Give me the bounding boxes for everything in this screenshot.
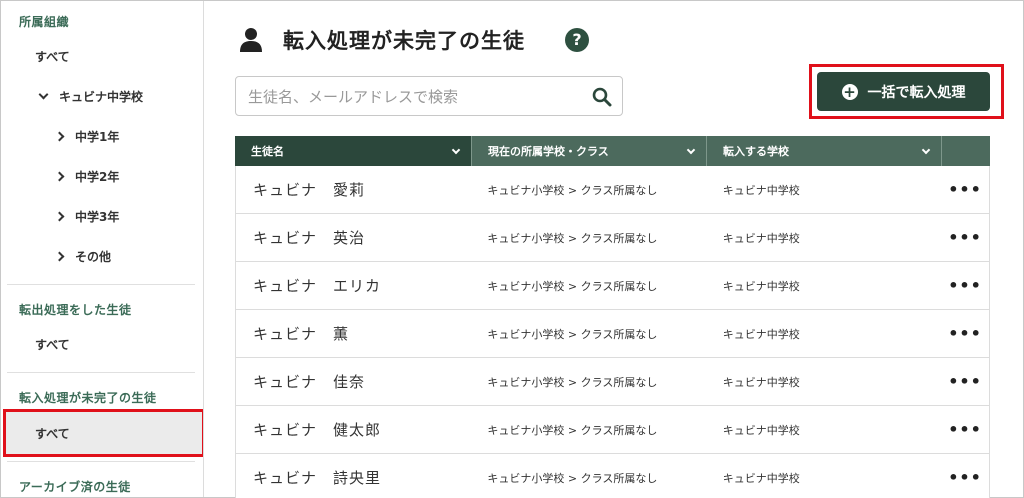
target-school: キュビナ中学校 xyxy=(722,423,800,437)
sidebar-item-transfer-in-all[interactable]: すべて xyxy=(35,425,70,442)
column-header-current-school[interactable]: 現在の所属学校・クラス xyxy=(472,136,707,166)
table-row[interactable]: キュビナ 薫 キュビナ小学校 > クラス所属なし キュビナ中学校 ••• xyxy=(235,310,990,358)
target-school: キュビナ中学校 xyxy=(722,471,800,485)
table-row[interactable]: キュビナ 英治 キュビナ小学校 > クラス所属なし キュビナ中学校 ••• xyxy=(235,214,990,262)
current-school-class: キュビナ小学校 > クラス所属なし xyxy=(487,327,658,341)
sidebar-section-archived-title[interactable]: アーカイブ済の生徒 xyxy=(19,478,131,495)
more-options-icon[interactable]: ••• xyxy=(941,468,989,487)
chevron-right-icon xyxy=(54,171,65,182)
help-icon[interactable]: ? xyxy=(565,28,589,52)
column-header-target-school[interactable]: 転入する学校 xyxy=(707,136,942,166)
chevron-right-icon xyxy=(54,211,65,222)
search-icon[interactable] xyxy=(592,87,612,107)
sidebar-item-other[interactable]: その他 xyxy=(54,248,112,265)
column-header-actions xyxy=(942,136,990,166)
plus-circle-icon: + xyxy=(841,82,858,101)
current-school-class: キュビナ小学校 > クラス所属なし xyxy=(487,279,658,293)
current-school-class: キュビナ小学校 > クラス所属なし xyxy=(487,471,658,485)
search-box xyxy=(235,76,623,116)
table-row[interactable]: キュビナ 佳奈 キュビナ小学校 > クラス所属なし キュビナ中学校 ••• xyxy=(235,358,990,406)
student-name: キュビナ 佳奈 xyxy=(253,373,366,391)
current-school-class: キュビナ小学校 > クラス所属なし xyxy=(487,423,658,437)
student-name: キュビナ 健太郎 xyxy=(253,421,382,439)
target-school: キュビナ中学校 xyxy=(722,279,800,293)
target-school: キュビナ中学校 xyxy=(722,375,800,389)
student-name: キュビナ 詩央里 xyxy=(253,469,382,487)
chevron-right-icon xyxy=(54,251,65,262)
sidebar-item-label: 中学2年 xyxy=(75,170,120,184)
table-row[interactable]: キュビナ 健太郎 キュビナ小学校 > クラス所属なし キュビナ中学校 ••• xyxy=(235,406,990,454)
bulk-transfer-label: 一括で転入処理 xyxy=(867,84,966,101)
search-input[interactable] xyxy=(248,85,578,109)
sidebar-item-grade-1[interactable]: 中学1年 xyxy=(54,128,120,145)
table-body: キュビナ 愛莉 キュビナ小学校 > クラス所属なし キュビナ中学校 ••• キュ… xyxy=(235,166,990,498)
bulk-transfer-button[interactable]: + 一括で転入処理 xyxy=(817,72,990,111)
target-school: キュビナ中学校 xyxy=(722,327,800,341)
sidebar-item-school[interactable]: キュビナ中学校 xyxy=(38,88,144,105)
more-options-icon[interactable]: ••• xyxy=(941,228,989,247)
sidebar-item-label: 中学3年 xyxy=(75,210,120,224)
target-school: キュビナ中学校 xyxy=(722,231,800,245)
student-name: キュビナ エリカ xyxy=(253,277,382,295)
table-row[interactable]: キュビナ 愛莉 キュビナ小学校 > クラス所属なし キュビナ中学校 ••• xyxy=(235,166,990,214)
students-table: 生徒名 現在の所属学校・クラス 転入する学校 キュビナ 愛莉 キュビナ小学校 >… xyxy=(235,136,990,498)
column-header-label: 現在の所属学校・クラス xyxy=(488,145,609,158)
column-header-name[interactable]: 生徒名 xyxy=(235,136,472,166)
chevron-down-icon xyxy=(451,145,461,154)
chevron-down-icon xyxy=(686,145,696,154)
sidebar-item-label: その他 xyxy=(75,250,112,264)
sidebar-divider xyxy=(7,372,195,373)
current-school-class: キュビナ小学校 > クラス所属なし xyxy=(487,183,658,197)
sidebar-divider xyxy=(7,461,195,462)
table-header: 生徒名 現在の所属学校・クラス 転入する学校 xyxy=(235,136,990,166)
sidebar-section-transfer-out-title: 転出処理をした生徒 xyxy=(19,303,132,317)
column-header-label: 生徒名 xyxy=(251,145,284,158)
sidebar-section-transfer-in-title: 転入処理が未完了の生徒 xyxy=(19,391,157,405)
student-name: キュビナ 薫 xyxy=(253,325,350,343)
more-options-icon[interactable]: ••• xyxy=(941,324,989,343)
sidebar-section-org-title: 所属組織 xyxy=(19,15,70,29)
table-row[interactable]: キュビナ 詩央里 キュビナ小学校 > クラス所属なし キュビナ中学校 ••• xyxy=(235,454,990,498)
sidebar-selected-highlight xyxy=(3,409,203,457)
user-icon xyxy=(240,28,262,52)
chevron-down-icon xyxy=(38,89,49,100)
sidebar: 所属組織 すべて キュビナ中学校 中学1年 中学2年 中学3年 その他 転出処理… xyxy=(1,1,204,497)
more-options-icon[interactable]: ••• xyxy=(941,276,989,295)
sidebar-item-grade-3[interactable]: 中学3年 xyxy=(54,208,120,225)
column-header-label: 転入する学校 xyxy=(723,145,789,158)
sidebar-divider xyxy=(7,284,195,285)
current-school-class: キュビナ小学校 > クラス所属なし xyxy=(487,375,658,389)
page-title: 転入処理が未完了の生徒 xyxy=(283,29,525,53)
target-school: キュビナ中学校 xyxy=(722,183,800,197)
sidebar-item-grade-2[interactable]: 中学2年 xyxy=(54,168,120,185)
more-options-icon[interactable]: ••• xyxy=(941,180,989,199)
sidebar-item-org-all[interactable]: すべて xyxy=(35,48,70,65)
table-row[interactable]: キュビナ エリカ キュビナ小学校 > クラス所属なし キュビナ中学校 ••• xyxy=(235,262,990,310)
chevron-down-icon xyxy=(921,145,931,154)
current-school-class: キュビナ小学校 > クラス所属なし xyxy=(487,231,658,245)
chevron-right-icon xyxy=(54,131,65,142)
more-options-icon[interactable]: ••• xyxy=(941,372,989,391)
student-name: キュビナ 愛莉 xyxy=(253,181,366,199)
sidebar-item-transfer-out-all[interactable]: すべて xyxy=(35,336,70,353)
more-options-icon[interactable]: ••• xyxy=(941,420,989,439)
student-name: キュビナ 英治 xyxy=(253,229,366,247)
sidebar-item-label: キュビナ中学校 xyxy=(59,90,144,104)
sidebar-item-label: 中学1年 xyxy=(75,130,120,144)
